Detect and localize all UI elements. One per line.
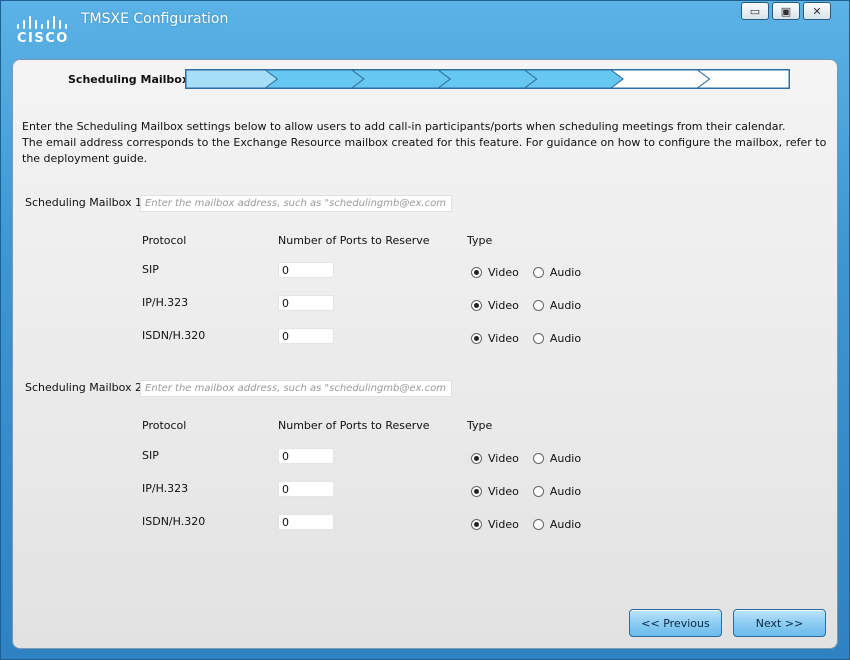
mailbox-1-sip-video-radio[interactable] (471, 267, 482, 278)
video-label: Video (488, 266, 519, 279)
mailbox-2-protocol-header: Protocol (142, 419, 187, 432)
content-panel: Scheduling Mailbox Enter the Scheduling … (12, 59, 838, 649)
intro-line-1: Enter the Scheduling Mailbox settings be… (22, 120, 786, 133)
mailbox-1-input[interactable] (140, 195, 452, 212)
progress-step-1 (185, 69, 279, 89)
minimize-button[interactable]: ▭ (741, 2, 769, 20)
mailbox-2-input[interactable] (140, 380, 452, 397)
audio-label: Audio (549, 332, 582, 345)
mailbox-1-h323-video-radio[interactable] (471, 300, 482, 311)
wizard-step-label: Scheduling Mailbox (68, 73, 189, 86)
mailbox-2-h323-audio-radio[interactable] (532, 486, 544, 497)
mailbox-1-h320-ports-input[interactable] (278, 328, 334, 344)
mailbox-1-h323-type: Video Audio (471, 299, 589, 312)
audio-label: Audio (549, 485, 582, 498)
progress-step-2 (263, 69, 365, 89)
mailbox-1-type-header: Type (467, 234, 493, 247)
mailbox-1-h320-audio-radio[interactable] (532, 333, 544, 344)
mailbox-1-protocol-header: Protocol (142, 234, 187, 247)
close-button[interactable]: ✕ (803, 2, 831, 20)
mailbox-2-h323-type: Video Audio (471, 485, 589, 498)
mailbox-1-protocol-h320: ISDN/H.320 (142, 329, 206, 342)
mailbox-2-h323-ports-input[interactable] (278, 481, 334, 497)
previous-button[interactable]: << Previous (629, 609, 722, 637)
progress-step-6 (609, 69, 711, 89)
video-label: Video (488, 299, 519, 312)
mailbox-1-protocol-h323: IP/H.323 (142, 296, 189, 309)
maximize-button[interactable]: ▣ (772, 2, 800, 20)
mailbox-2-h320-type: Video Audio (471, 518, 589, 531)
cisco-logo: CISCO (15, 13, 71, 47)
mailbox-2-ports-header: Number of Ports to Reserve (278, 419, 430, 432)
mailbox-1-h320-type: Video Audio (471, 332, 589, 345)
mailbox-2-label: Scheduling Mailbox 2 (25, 381, 143, 394)
cisco-wordmark: CISCO (17, 31, 69, 46)
mailbox-2-protocol-h320: ISDN/H.320 (142, 515, 206, 528)
video-label: Video (488, 485, 519, 498)
audio-label: Audio (549, 452, 582, 465)
mailbox-1-label: Scheduling Mailbox 1 (25, 196, 143, 209)
mailbox-1-sip-type: Video Audio (471, 266, 589, 279)
app-window: CISCO TMSXE Configuration ▭ ▣ ✕ Scheduli… (0, 0, 850, 660)
mailbox-1-h323-audio-radio[interactable] (532, 300, 544, 311)
progress-step-3 (350, 69, 452, 89)
mailbox-2-type-header: Type (467, 419, 493, 432)
mailbox-1-sip-audio-radio[interactable] (532, 267, 544, 278)
mailbox-1-ports-header: Number of Ports to Reserve (278, 234, 430, 247)
mailbox-2-sip-audio-radio[interactable] (532, 453, 544, 464)
progress-step-5 (523, 69, 624, 89)
mailbox-2-protocol-h323: IP/H.323 (142, 482, 189, 495)
mailbox-1-h323-ports-input[interactable] (278, 295, 334, 311)
window-controls: ▭ ▣ ✕ (741, 2, 831, 22)
title-bar: CISCO TMSXE Configuration ▭ ▣ ✕ (1, 1, 849, 57)
mailbox-1-h320-video-radio[interactable] (471, 333, 482, 344)
mailbox-2-sip-type: Video Audio (471, 452, 589, 465)
wizard-progress-bar (185, 69, 790, 89)
progress-step-4 (436, 69, 538, 89)
video-label: Video (488, 452, 519, 465)
cisco-bars-icon (17, 13, 69, 29)
mailbox-2-h320-video-radio[interactable] (471, 519, 482, 530)
video-label: Video (488, 332, 519, 345)
next-button[interactable]: Next >> (733, 609, 826, 637)
mailbox-2-h320-audio-radio[interactable] (532, 519, 544, 530)
video-label: Video (488, 518, 519, 531)
mailbox-2-h323-video-radio[interactable] (471, 486, 482, 497)
mailbox-1-sip-ports-input[interactable] (278, 262, 334, 278)
mailbox-2-sip-ports-input[interactable] (278, 448, 334, 464)
progress-step-7 (696, 69, 790, 89)
mailbox-2-sip-video-radio[interactable] (471, 453, 482, 464)
mailbox-1-protocol-sip: SIP (142, 263, 159, 276)
mailbox-2-protocol-sip: SIP (142, 449, 159, 462)
intro-text: Enter the Scheduling Mailbox settings be… (22, 119, 837, 167)
audio-label: Audio (549, 266, 582, 279)
mailbox-2-h320-ports-input[interactable] (278, 514, 334, 530)
intro-line-2: The email address corresponds to the Exc… (22, 136, 827, 165)
window-title: TMSXE Configuration (81, 11, 229, 27)
audio-label: Audio (549, 518, 582, 531)
audio-label: Audio (549, 299, 582, 312)
